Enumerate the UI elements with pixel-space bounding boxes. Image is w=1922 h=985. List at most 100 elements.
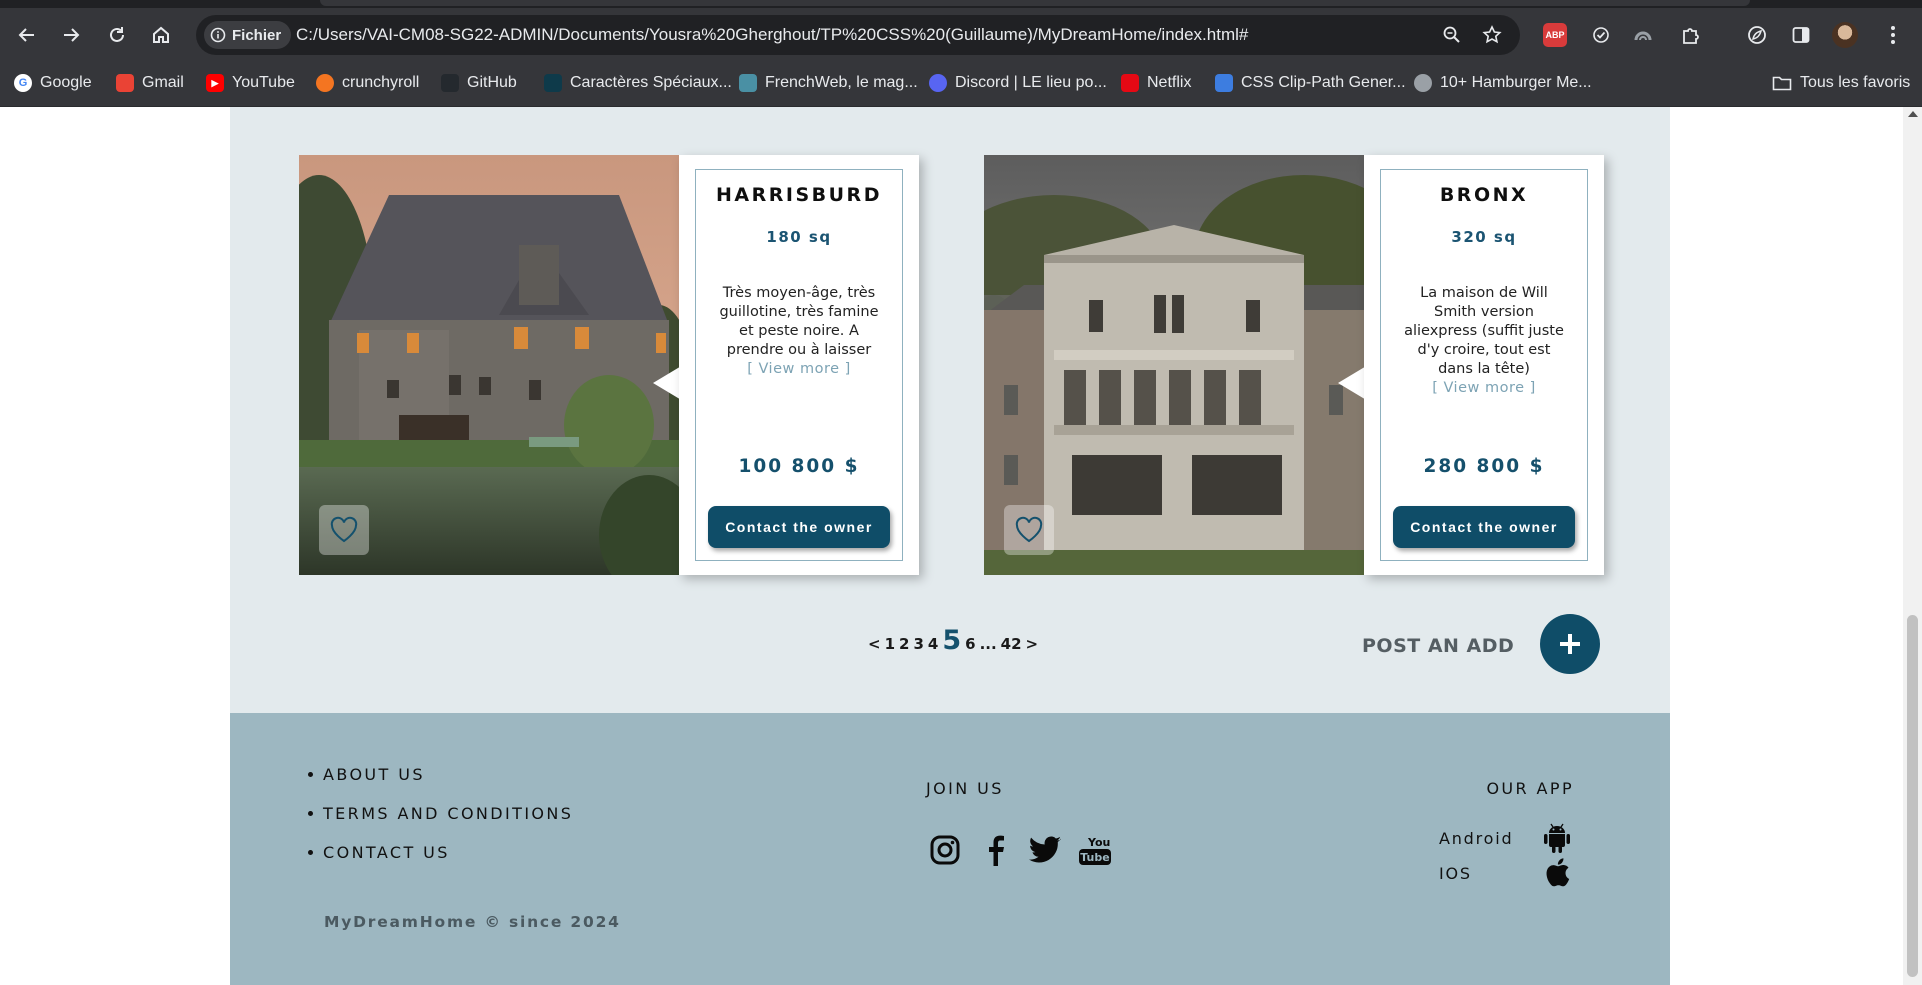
- facebook-icon[interactable]: [976, 831, 1014, 869]
- github-icon: [441, 74, 459, 92]
- pagination-last-page[interactable]: 42: [1001, 635, 1022, 653]
- scrollbar-thumb[interactable]: [1907, 615, 1918, 977]
- google-icon: G: [14, 74, 32, 92]
- house-photo-mansion[interactable]: [984, 155, 1364, 575]
- listing-city: BRONX: [1439, 184, 1529, 206]
- extension-arc-icon[interactable]: [1628, 20, 1658, 50]
- crunchyroll-icon: [316, 74, 334, 92]
- folder-icon: [1772, 76, 1792, 91]
- profile-avatar[interactable]: [1830, 20, 1860, 50]
- listing-panel: HARRISBURD 180 sq Très moyen-âge, très g…: [679, 155, 919, 575]
- bookmark-item[interactable]: 10+ Hamburger Me...: [1414, 62, 1592, 104]
- bookmark-label: Netflix: [1147, 74, 1192, 91]
- pagination-page[interactable]: 6: [965, 635, 975, 653]
- url-text[interactable]: C:/Users/VAI-CM08-SG22-ADMIN/Documents/Y…: [296, 15, 1248, 55]
- listing-panel-frame: BRONX 320 sq La maison de Will Smith ver…: [1380, 169, 1588, 561]
- bookmark-label: CSS Clip-Path Gener...: [1241, 74, 1406, 91]
- bookmark-item[interactable]: Netflix: [1121, 62, 1191, 104]
- listing-description-text: Très moyen-âge, très guillotine, très fa…: [719, 285, 879, 358]
- extensions-puzzle-icon[interactable]: [1676, 20, 1706, 50]
- pagination-ellipsis: ...: [979, 635, 997, 653]
- reload-button[interactable]: [100, 18, 134, 52]
- favorite-heart-button[interactable]: [1004, 505, 1054, 555]
- youtube-icon[interactable]: You Tube: [1076, 831, 1114, 869]
- clippath-icon: [1215, 74, 1233, 92]
- twitter-icon[interactable]: [1026, 831, 1064, 869]
- all-bookmarks-label: Tous les favoris: [1800, 74, 1911, 91]
- youtube-you-text: You: [1087, 836, 1110, 849]
- performance-leaf-icon[interactable]: [1742, 20, 1772, 50]
- extension-check-icon[interactable]: [1586, 20, 1616, 50]
- page-scrollbar[interactable]: [1903, 107, 1922, 985]
- bookmark-item[interactable]: Discord | LE lieu po...: [929, 62, 1107, 104]
- side-panel-icon[interactable]: [1786, 20, 1816, 50]
- listing-area: 320 sq: [1451, 228, 1517, 246]
- pagination-current-page[interactable]: 5: [942, 625, 961, 656]
- menu-kebab-icon[interactable]: [1878, 20, 1908, 50]
- post-add-label[interactable]: POST AN ADD: [1362, 635, 1514, 657]
- bookmark-item[interactable]: ▶ YouTube: [206, 62, 295, 104]
- back-button[interactable]: [10, 18, 44, 52]
- apple-icon[interactable]: [1542, 857, 1572, 887]
- info-icon: [210, 27, 226, 43]
- footer-link-about[interactable]: ABOUT US: [308, 755, 573, 794]
- page-viewport: HARRISBURD 180 sq Très moyen-âge, très g…: [0, 107, 1922, 985]
- bookmark-item[interactable]: Caractères Spéciaux...: [544, 62, 732, 104]
- listing-description-text: La maison de Will Smith version aliexpre…: [1404, 285, 1564, 377]
- forward-arrow-icon: [64, 28, 80, 42]
- view-more-link[interactable]: [ View more ]: [747, 361, 851, 377]
- adblock-icon[interactable]: ABP: [1540, 20, 1570, 50]
- site-info-chip[interactable]: Fichier: [204, 21, 292, 49]
- bookmark-star-icon[interactable]: [1478, 21, 1506, 49]
- join-us-title: JOIN US: [926, 779, 1004, 798]
- bookmark-item[interactable]: FrenchWeb, le mag...: [739, 62, 918, 104]
- pagination-prev[interactable]: <: [868, 635, 881, 653]
- all-bookmarks-button[interactable]: Tous les favoris: [1772, 62, 1910, 104]
- pagination-page[interactable]: 1: [885, 635, 895, 653]
- pagination-page[interactable]: 3: [913, 635, 923, 653]
- home-button[interactable]: [144, 18, 178, 52]
- bookmark-label: 10+ Hamburger Me...: [1440, 74, 1592, 91]
- house-photo-castle[interactable]: [299, 155, 679, 575]
- instagram-icon[interactable]: [926, 831, 964, 869]
- tab-strip: [0, 0, 1922, 8]
- forward-button[interactable]: [54, 18, 88, 52]
- plus-icon: [1560, 634, 1580, 654]
- bookmark-label: Discord | LE lieu po...: [955, 74, 1107, 91]
- browser-toolbar: Fichier C:/Users/VAI-CM08-SG22-ADMIN/Doc…: [0, 8, 1922, 62]
- zoom-icon[interactable]: [1438, 21, 1466, 49]
- reload-icon: [110, 27, 124, 42]
- listing-area: 180 sq: [766, 228, 832, 246]
- contact-owner-button[interactable]: Contact the owner: [708, 506, 890, 548]
- pagination-next[interactable]: >: [1026, 635, 1039, 653]
- bookmark-item[interactable]: GitHub: [441, 62, 517, 104]
- pagination-page[interactable]: 4: [928, 635, 938, 653]
- bookmark-item[interactable]: CSS Clip-Path Gener...: [1215, 62, 1406, 104]
- active-tab-edge: [320, 0, 1750, 6]
- listings-section: HARRISBURD 180 sq Très moyen-âge, très g…: [230, 107, 1670, 713]
- footer-link-terms[interactable]: TERMS AND CONDITIONS: [308, 794, 573, 833]
- address-bar[interactable]: Fichier C:/Users/VAI-CM08-SG22-ADMIN/Doc…: [196, 15, 1520, 55]
- footer-link-contact[interactable]: CONTACT US: [308, 833, 573, 872]
- post-add-button[interactable]: [1540, 614, 1600, 674]
- bookmark-item[interactable]: Gmail: [116, 62, 184, 104]
- pagination-page[interactable]: 2: [899, 635, 909, 653]
- bookmark-label: GitHub: [467, 74, 517, 91]
- listing-price: 100 800 $: [738, 456, 860, 477]
- android-app-label[interactable]: Android: [1439, 823, 1513, 853]
- view-more-link[interactable]: [ View more ]: [1432, 380, 1536, 396]
- bullet-icon: [308, 772, 313, 777]
- caracteres-icon: [544, 74, 562, 92]
- bookmark-item[interactable]: G Google: [14, 62, 92, 104]
- ios-app-label[interactable]: IOS: [1439, 858, 1472, 888]
- listing-panel-frame: HARRISBURD 180 sq Très moyen-âge, très g…: [695, 169, 903, 561]
- bookmark-label: Google: [40, 74, 92, 91]
- listing-panel: BRONX 320 sq La maison de Will Smith ver…: [1364, 155, 1604, 575]
- android-icon[interactable]: [1542, 823, 1572, 853]
- bookmark-item[interactable]: crunchyroll: [316, 62, 419, 104]
- heart-icon: [1015, 516, 1043, 543]
- scroll-up-arrow-icon[interactable]: [1908, 111, 1918, 117]
- bookmarks-bar: G Google Gmail ▶ YouTube crunchyroll GitHub Car…: [0, 62, 1922, 107]
- favorite-heart-button[interactable]: [319, 505, 369, 555]
- contact-owner-button[interactable]: Contact the owner: [1393, 506, 1575, 548]
